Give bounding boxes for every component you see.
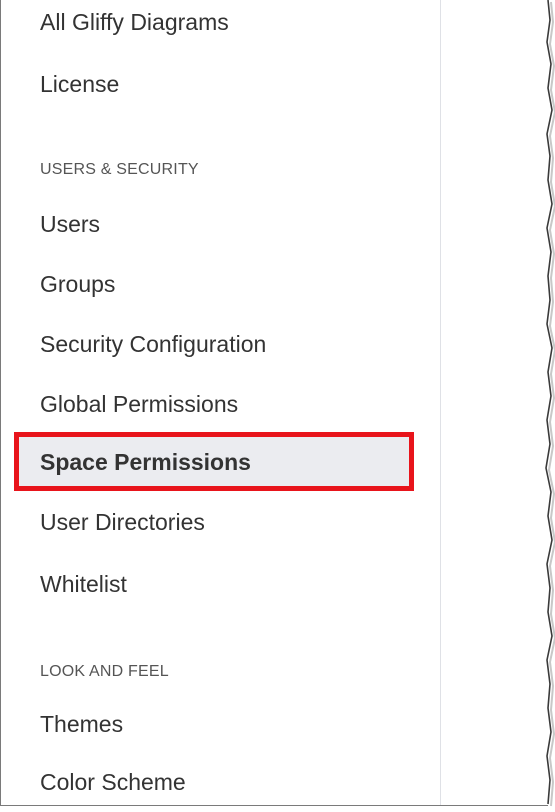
screenshot-frame: All Gliffy Diagrams License USERS & SECU… — [0, 0, 548, 806]
sidebar-item-all-gliffy-diagrams[interactable]: All Gliffy Diagrams — [1, 0, 419, 50]
sidebar-item-themes[interactable]: Themes — [1, 696, 419, 752]
admin-sidebar: All Gliffy Diagrams License USERS & SECU… — [1, 0, 441, 805]
sidebar-item-groups[interactable]: Groups — [1, 256, 419, 312]
sidebar-item-users[interactable]: Users — [1, 196, 419, 252]
sidebar-item-global-permissions[interactable]: Global Permissions — [1, 376, 419, 432]
torn-edge-decoration — [545, 0, 555, 812]
sidebar-item-user-directories[interactable]: User Directories — [1, 494, 419, 550]
sidebar-item-security-configuration[interactable]: Security Configuration — [1, 316, 419, 372]
section-heading-look-and-feel: LOOK AND FEEL — [40, 663, 169, 680]
section-heading-users-security: USERS & SECURITY — [40, 161, 199, 178]
sidebar-item-whitelist[interactable]: Whitelist — [1, 556, 419, 612]
sidebar-item-color-scheme[interactable]: Color Scheme — [1, 754, 419, 805]
sidebar-item-license[interactable]: License — [1, 56, 419, 112]
sidebar-item-space-permissions[interactable]: Space Permissions — [14, 434, 414, 490]
